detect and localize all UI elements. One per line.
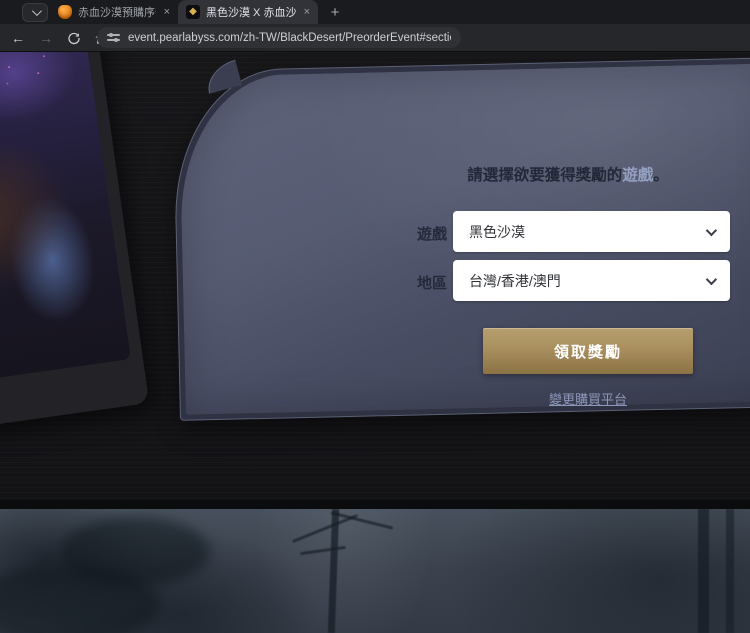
- browser-window: 赤血沙漠預購序號-8591寶物交 × ◆ 黑色沙漠 X 赤血沙漠聯名促銷 × +…: [0, 0, 750, 633]
- instruction-suffix: 。: [653, 167, 669, 184]
- claim-reward-button[interactable]: 領取獎勵: [483, 328, 693, 374]
- url-text: event.pearlabyss.com/zh-TW/BlackDesert/P…: [128, 32, 451, 44]
- tree-branch: [300, 546, 346, 555]
- browser-toolbar: ← → event.pearlabyss.com/zh-TW/BlackDese…: [0, 24, 750, 52]
- game-select-value: 黑色沙漠: [469, 222, 706, 242]
- close-icon[interactable]: ×: [162, 6, 172, 18]
- section-title: 限定特典道具: [495, 627, 699, 633]
- money-bag-icon: [58, 5, 72, 19]
- black-desert-logo-icon: ◆: [186, 5, 200, 19]
- tab-title: 黑色沙漠 X 赤血沙漠聯名促銷: [206, 4, 296, 20]
- chevron-down-icon: [706, 224, 717, 235]
- chevron-down-icon: [31, 6, 41, 16]
- tab-title: 赤血沙漠預購序號-8591寶物交: [78, 4, 156, 20]
- instruction-prefix: 請選擇欲要獲得獎勵的: [467, 167, 622, 184]
- forward-icon[interactable]: →: [38, 30, 54, 46]
- instruction-text: 請選擇欲要獲得獎勵的遊戲。: [408, 164, 728, 188]
- close-icon[interactable]: ×: [302, 6, 312, 18]
- page-content: BYSS 請選擇欲要獲得獎勵的遊戲。 遊戲 黑色沙漠 地區 台灣/香港/澳門 領…: [0, 52, 750, 633]
- game-select[interactable]: 黑色沙漠: [453, 211, 730, 252]
- panel-corner-flourish: [202, 60, 242, 94]
- tab-black-desert-event[interactable]: ◆ 黑色沙漠 X 赤血沙漠聯名促銷 ×: [178, 0, 318, 24]
- chevron-down-icon: [706, 273, 717, 284]
- key-art-image: [0, 52, 131, 387]
- tab-strip: 赤血沙漠預購序號-8591寶物交 × ◆ 黑色沙漠 X 赤血沙漠聯名促銷 × +: [0, 0, 750, 24]
- change-platform-link[interactable]: 變更購買平台: [438, 389, 738, 408]
- address-bar[interactable]: event.pearlabyss.com/zh-TW/BlackDesert/P…: [97, 27, 461, 48]
- region-select-value: 台灣/香港/澳門: [469, 271, 706, 291]
- instruction-game-link[interactable]: 遊戲: [622, 167, 653, 184]
- section-divider: [0, 500, 750, 509]
- tree-silhouette: [726, 509, 734, 633]
- tab-search-button[interactable]: [22, 3, 48, 22]
- key-art-card: BYSS: [0, 52, 149, 433]
- reload-icon[interactable]: [66, 30, 82, 46]
- region-select[interactable]: 台灣/香港/澳門: [453, 260, 730, 301]
- limited-items-section: 限定特典道具: [0, 509, 750, 633]
- back-icon[interactable]: ←: [10, 30, 26, 46]
- new-tab-button[interactable]: +: [326, 3, 344, 21]
- site-info-icon[interactable]: [107, 31, 120, 44]
- tab-8591-preorder[interactable]: 赤血沙漠預購序號-8591寶物交 ×: [50, 0, 178, 24]
- tree-silhouette: [698, 509, 709, 633]
